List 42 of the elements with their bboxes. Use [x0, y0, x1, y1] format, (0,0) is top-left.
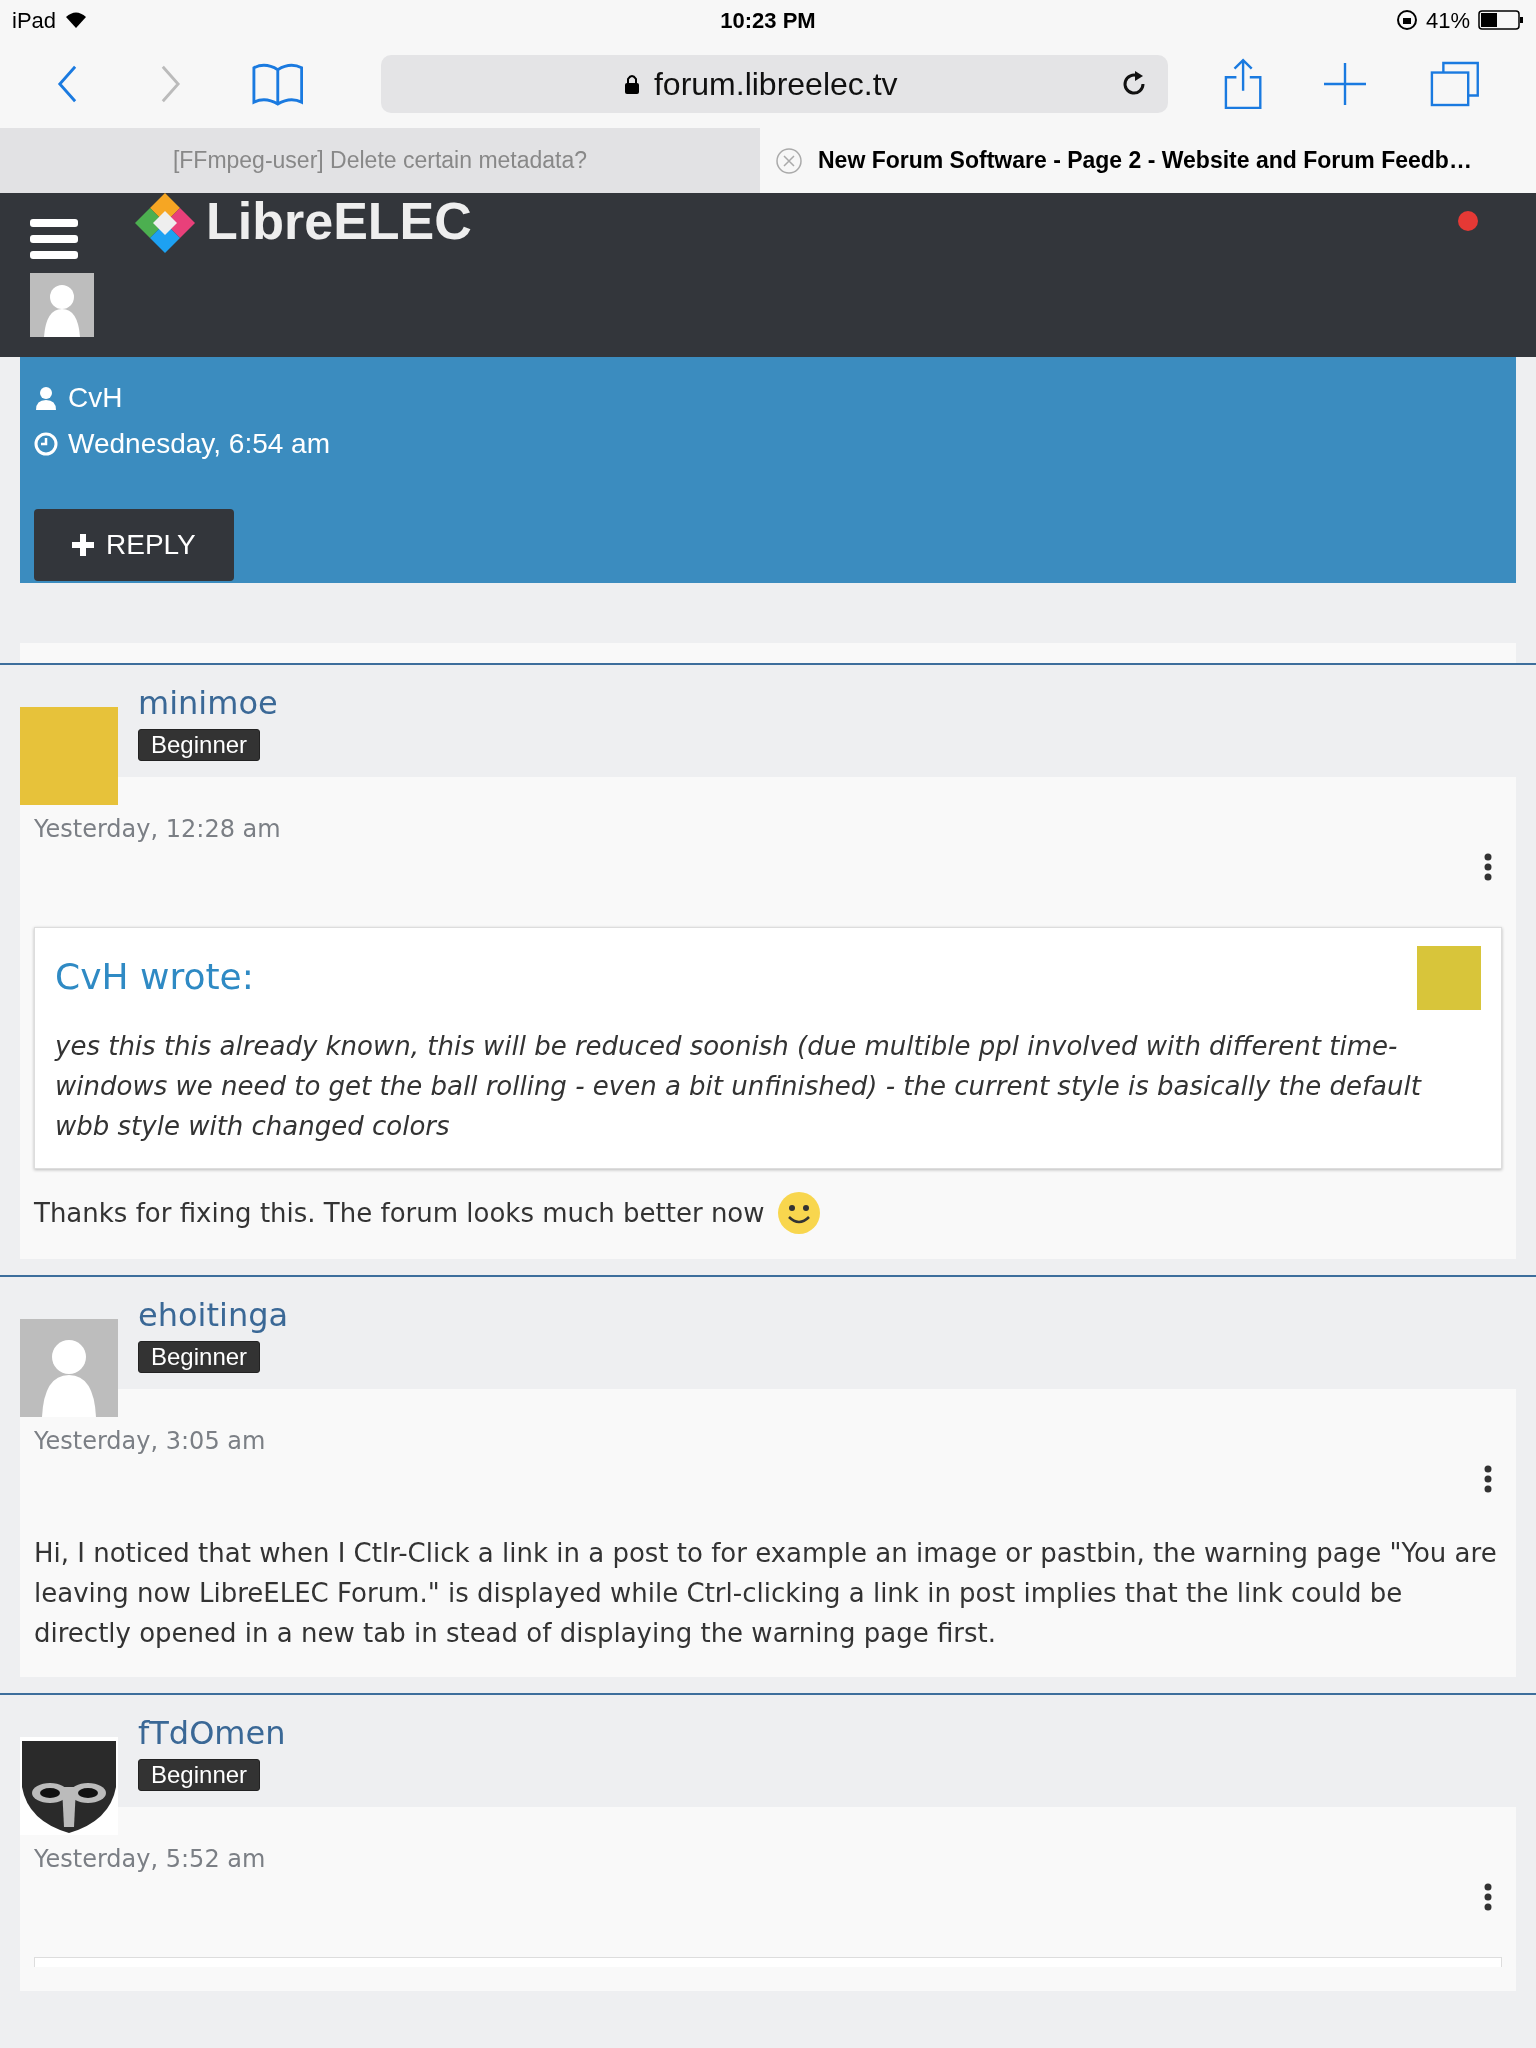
post-time: Yesterday, 5:52 am [34, 1844, 267, 1875]
more-options-icon[interactable] [1484, 1883, 1492, 1911]
author-link[interactable]: fTdOmen [138, 1713, 286, 1753]
new-tab-plus-icon[interactable] [1324, 62, 1367, 106]
site-logo-text[interactable]: LibreELEC [206, 193, 472, 249]
clock: 10:23 PM [720, 6, 816, 35]
wifi-icon [64, 11, 89, 29]
menu-icon[interactable] [30, 219, 78, 259]
back-icon[interactable] [56, 64, 79, 104]
logo-diamond-icon[interactable] [134, 193, 196, 255]
author-link[interactable]: minimoe [138, 683, 278, 723]
plus-icon [72, 534, 94, 556]
more-options-icon[interactable] [1484, 853, 1492, 881]
battery-percent: 41% [1425, 6, 1470, 35]
address-bar[interactable]: forum.libreelec.tv [381, 55, 1169, 113]
more-options-icon[interactable] [1484, 1465, 1492, 1493]
tabs-overview-icon[interactable] [1430, 60, 1480, 108]
post-text: Thanks for fixing this. The forum looks much better now [34, 1197, 765, 1230]
rotation-lock-icon [1395, 9, 1418, 31]
url-text: forum.libreelec.tv [653, 65, 898, 104]
battery-icon [1478, 10, 1524, 30]
lock-icon [623, 73, 640, 95]
thread-date: Wednesday, 6:54 am [68, 427, 330, 461]
user-icon [34, 386, 58, 410]
share-icon[interactable] [1224, 57, 1263, 111]
quote-text: yes this this already known, this will be reduced soonish (due multible ppl involved with different time-windows we need to get the ball rolling - even a bit unfinished) - the current style is basically the default wbb style with changed colors [55, 1030, 1423, 1143]
post-time: Yesterday, 12:28 am [34, 814, 282, 845]
reply-button[interactable]: REPLY [34, 509, 234, 581]
clock-icon [34, 432, 58, 456]
quote-avatar-photo-placeholder [1417, 946, 1481, 1010]
rank-badge: Beginner [138, 1759, 261, 1791]
quote-author: CvH wrote: [55, 955, 254, 999]
close-tab-icon[interactable] [776, 147, 802, 174]
rank-badge: Beginner [138, 1341, 261, 1373]
thread-author[interactable]: CvH [68, 377, 123, 419]
device-name: iPad [12, 6, 57, 35]
author-link[interactable]: ehoitinga [138, 1295, 289, 1335]
browser-tab[interactable]: [FFmpeg-user] Delete certain metadata? [0, 128, 760, 193]
rank-badge: Beginner [138, 729, 261, 761]
bookmarks-book-icon[interactable] [251, 61, 304, 107]
post-time: Yesterday, 3:05 am [34, 1426, 267, 1457]
post-text: Hi, I noticed that when I Ctlr-Click a link in a post to for example an image or pastbin, the warning page "You are leaving now LibreELEC Forum." is displayed while Ctrl-clicking a link in post implies that the link could be directly opened in a new tab in stead of displaying the warning page first. [34, 1537, 1498, 1650]
